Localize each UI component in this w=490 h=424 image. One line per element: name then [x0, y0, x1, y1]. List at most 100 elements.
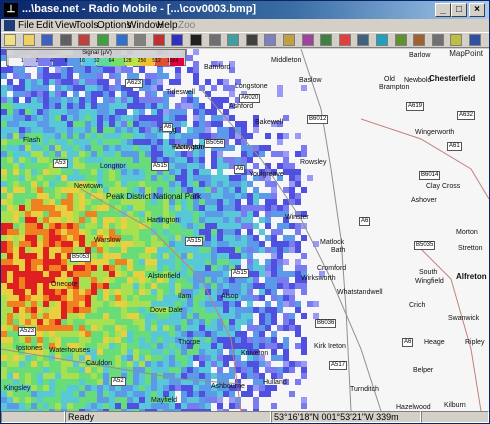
place-label: Cauldon [86, 360, 113, 367]
menu-help[interactable]: Help [157, 19, 178, 32]
toolbar [1, 32, 489, 48]
place-label: Tideswell [166, 89, 195, 96]
coverage-icon[interactable] [171, 34, 184, 46]
place-label: Chesterfield [429, 74, 476, 83]
grid-icon[interactable] [208, 34, 221, 46]
minimize-button[interactable]: _ [435, 3, 451, 17]
menu-tools[interactable]: Tools [75, 19, 98, 32]
road-shield: B6036 [315, 319, 337, 328]
place-label: Newtown [74, 183, 103, 190]
place-label: Stretton [458, 245, 483, 252]
place-label: Belper [413, 367, 434, 374]
new-icon[interactable] [4, 34, 16, 46]
pin-icon[interactable] [450, 34, 463, 46]
document-icon[interactable] [4, 20, 15, 31]
place-label: Warslow [94, 237, 121, 244]
antenna-icon[interactable] [190, 34, 202, 46]
map-icon[interactable] [394, 34, 407, 46]
place-label: Kingsley [4, 385, 31, 392]
save-icon[interactable] [41, 34, 54, 46]
road-shield: A523 [18, 327, 37, 336]
signal-legend: Signal (µV) 1 2 4 8 16 32 64 128 256 512 1024 [6, 49, 186, 66]
place-label: Alsop [221, 293, 239, 300]
picture-icon[interactable] [227, 34, 240, 46]
radio-link-icon[interactable] [152, 34, 165, 46]
place-label: Cromford [317, 265, 347, 272]
place-label: Matlock [320, 239, 345, 246]
place-label: Hazelwood [396, 404, 431, 411]
road-shield: A517 [329, 361, 348, 370]
coverage-map[interactable]: Signal (µV) 1 2 4 8 16 32 64 128 256 512 1024 MapP… [1, 49, 489, 411]
place-label: Peak District National Park [106, 192, 202, 201]
road-shield: B5035 [414, 241, 436, 250]
merge-icon[interactable] [301, 34, 314, 46]
place-label: Kirk Ireton [314, 343, 346, 350]
elevation-icon[interactable] [320, 34, 333, 46]
legend-label: 256 [137, 58, 147, 64]
place-label: Thorpe [178, 339, 201, 346]
place-label: Longstone [235, 83, 268, 90]
contour-icon[interactable] [357, 34, 370, 46]
legend-label: 128 [123, 58, 132, 64]
place-label: Crich [409, 302, 426, 309]
close-button[interactable]: × [469, 3, 485, 17]
place-label: Flash [23, 137, 41, 144]
road-shield: A619 [406, 102, 425, 111]
settings-icon[interactable] [431, 34, 444, 46]
road-shield: A623 [125, 79, 144, 88]
place-label: Kniveton [241, 350, 269, 357]
globe-icon[interactable] [115, 34, 128, 46]
copy-icon[interactable] [264, 34, 277, 46]
legend-title: Signal (µV) [82, 50, 112, 56]
status-coordinates: 53°16'18"N 001°53'21"W 339m [271, 411, 421, 423]
menu-zoom[interactable]: Zoo [178, 19, 195, 32]
mappoint-logo: MapPoint [449, 49, 483, 58]
properties-icon[interactable] [78, 34, 91, 46]
paste-icon[interactable] [283, 34, 295, 46]
place-label: Rowsley [300, 159, 327, 166]
print-icon[interactable] [59, 34, 72, 46]
menu-file[interactable]: File [18, 19, 34, 32]
place-label: Ashover [411, 197, 437, 204]
road-shield: A52 [111, 377, 126, 386]
radio-mobile-app-icon[interactable]: ⊥ [4, 3, 18, 17]
status-pane-right [421, 411, 489, 423]
place-label: Baslow [299, 77, 322, 84]
place-label: Middleton [271, 57, 302, 64]
open-icon[interactable] [22, 34, 35, 46]
place-label: Hulland [263, 379, 287, 386]
place-label: Ashford [229, 103, 254, 110]
compass-icon[interactable] [134, 34, 147, 46]
menu-view[interactable]: View [55, 19, 77, 32]
zoom-icon[interactable] [245, 34, 258, 46]
legend-label: 1 [21, 58, 24, 64]
road-shield: A6 [234, 165, 246, 174]
road-shield: B6012 [307, 115, 329, 124]
place-label: Mayfield [151, 397, 178, 404]
fresnel-icon[interactable] [376, 34, 388, 46]
place-label: Monyash [174, 144, 203, 151]
legend-label: 64 [108, 58, 115, 64]
legend-label: 4 [50, 58, 53, 64]
menu-edit[interactable]: Edit [36, 19, 53, 32]
legend-label: 16 [79, 58, 85, 64]
place-label: Kilburn [444, 402, 466, 409]
place-label: Swanwick [448, 315, 480, 322]
rgb-icon[interactable] [338, 34, 351, 46]
road-shield: A515 [231, 269, 250, 278]
network-icon[interactable] [97, 34, 109, 46]
place-label: Clay Cross [426, 183, 461, 190]
road-shield: A515 [185, 237, 204, 246]
place-label: Wingerworth [415, 129, 455, 136]
place-label: Whatstandwell [337, 289, 383, 296]
road-shield: A53 [53, 159, 68, 168]
export-icon[interactable] [413, 34, 426, 46]
place-label: Waterhouses [49, 347, 90, 354]
place-label: Bakewell [255, 119, 284, 126]
legend-label: 32 [94, 58, 100, 64]
title-bar[interactable]: ⊥ ...\base.net - Radio Mobile - [...\cov… [1, 1, 489, 19]
status-bar: Ready 53°16'18"N 001°53'21"W 339m [1, 411, 489, 423]
place-label: Heage [424, 339, 445, 346]
help-icon[interactable] [469, 34, 481, 46]
maximize-button[interactable]: □ [451, 3, 467, 17]
